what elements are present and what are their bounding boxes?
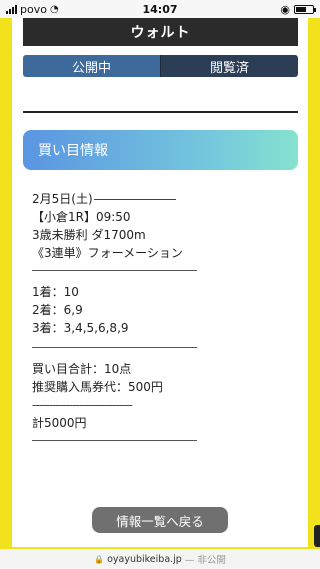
status-bar: povo ◔ 14:07 ◉: [0, 0, 320, 18]
screen-lock-icon: ◉: [280, 2, 290, 16]
lock-icon: 🔒: [94, 554, 105, 564]
section-header: 買い目情報: [23, 130, 298, 170]
page-title: ウォルト: [23, 18, 298, 46]
divider: [23, 111, 298, 113]
page-card: ウォルト 公開中 閲覧済 買い目情報 2月5日(土) 【小倉1R】09:50 3…: [12, 18, 308, 547]
total-points: 買い目合計：10点: [32, 362, 132, 376]
tab-public[interactable]: 公開中: [23, 55, 160, 77]
dashed-separator: ------------------------------: [32, 398, 133, 412]
divider: [32, 440, 197, 441]
url-bar[interactable]: 🔒 oyayubikeiba.jp — 非公開: [0, 549, 320, 569]
signal-icon: [6, 4, 17, 14]
bet-info: 2月5日(土) 【小倉1R】09:50 3歳未勝利 ダ1700m 《3連単》フォ…: [32, 190, 292, 441]
battery-icon: [294, 4, 316, 14]
carrier-label: povo: [20, 2, 47, 16]
url-text: oyayubikeiba.jp: [107, 553, 182, 565]
position-first: 1着：10: [32, 285, 79, 299]
race-class: 3歳未勝利 ダ1700m: [32, 228, 146, 242]
date-divider: [93, 198, 176, 200]
race-name: 【小倉1R】09:50: [32, 210, 131, 224]
back-to-list-button[interactable]: 情報一覧へ戻る: [92, 507, 228, 533]
divider: [32, 270, 197, 271]
wifi-icon: ◔: [49, 3, 59, 15]
race-date: 2月5日(土): [32, 192, 93, 206]
tab-bar: 公開中 閲覧済: [23, 55, 298, 77]
status-right: ◉: [280, 2, 316, 16]
bet-type: 《3連単》フォーメーション: [32, 246, 183, 260]
total-amount: 計5000円: [32, 416, 87, 430]
position-third: 3着：3,4,5,6,8,9: [32, 321, 129, 335]
tab-viewed[interactable]: 閲覧済: [160, 55, 298, 77]
race-date-row: 2月5日(土): [32, 190, 292, 208]
recommended-amount: 推奨購入馬券代：500円: [32, 380, 163, 394]
url-privacy: — 非公開: [184, 555, 226, 566]
position-second: 2着：6,9: [32, 303, 83, 317]
divider: [32, 347, 197, 348]
status-left: povo ◔: [6, 3, 59, 16]
side-handle[interactable]: [314, 525, 320, 547]
